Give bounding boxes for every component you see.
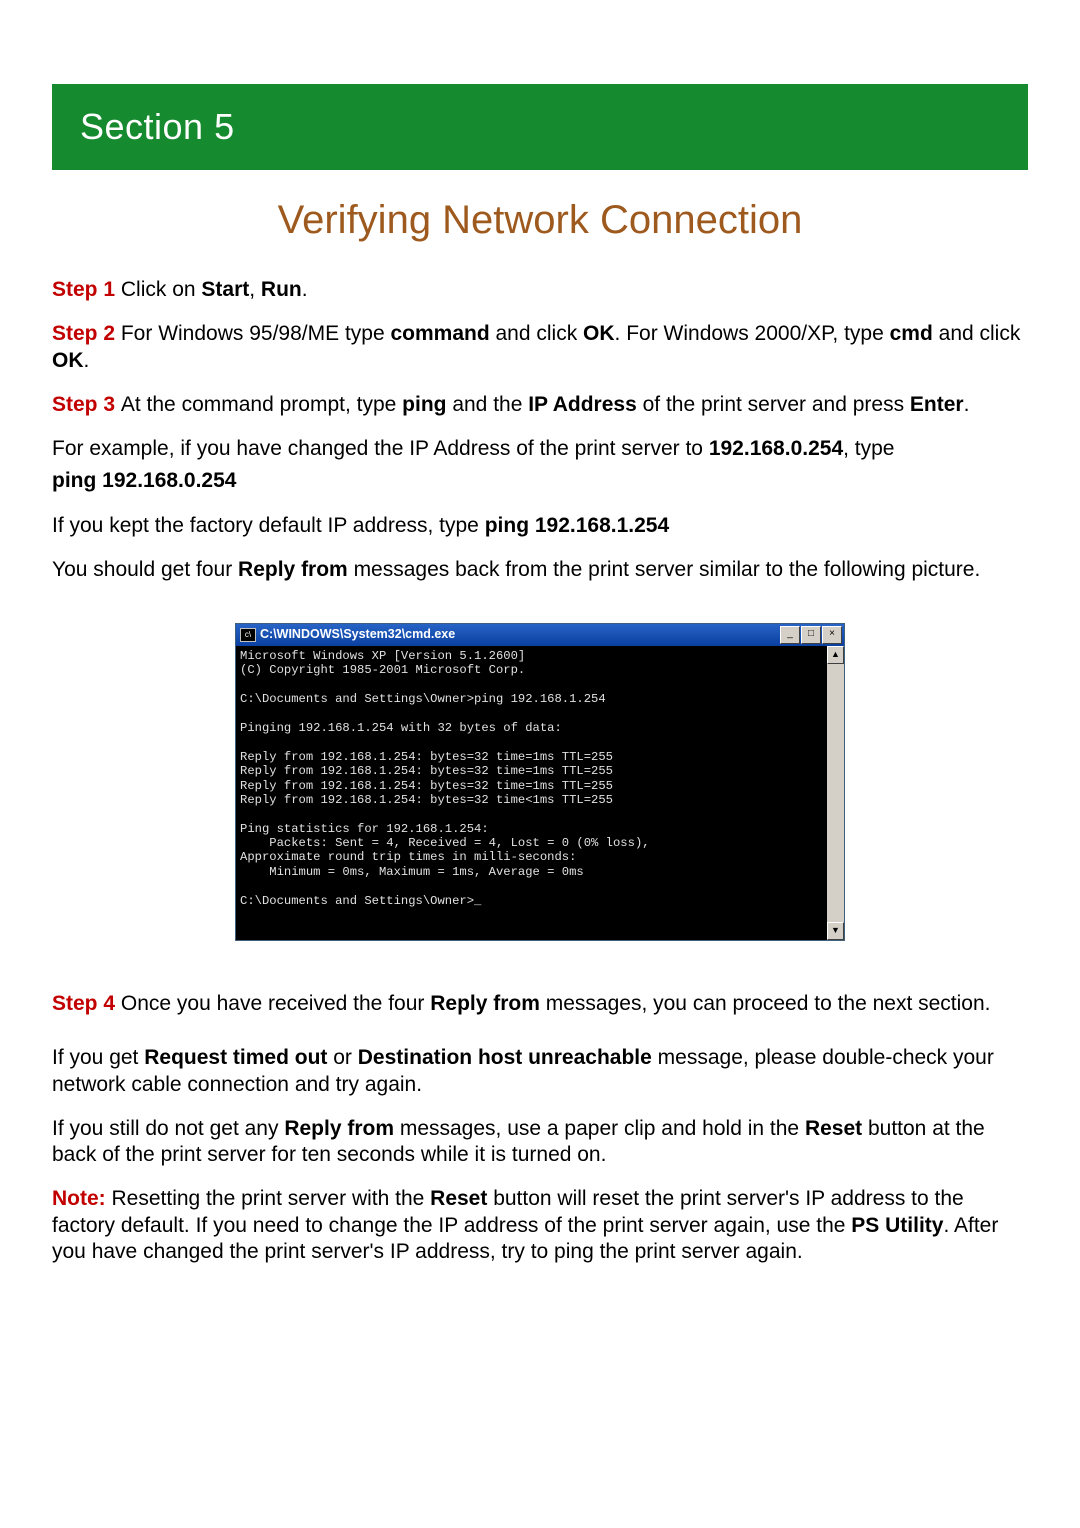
- text: Resetting the print server with the: [112, 1187, 431, 1210]
- text-bold: command: [390, 322, 489, 345]
- scrollbar[interactable]: ▲ ▼: [827, 646, 844, 940]
- text: Once you have received the four: [121, 992, 430, 1015]
- text-bold: OK: [583, 322, 615, 345]
- text: At the command prompt, type: [121, 393, 402, 416]
- text-bold: ping 192.168.1.254: [485, 514, 669, 537]
- text: messages, use a paper clip and hold in t…: [394, 1117, 805, 1140]
- text-bold: OK: [52, 349, 84, 372]
- text-bold: Reply from: [430, 992, 540, 1015]
- text: and click: [490, 322, 583, 345]
- step-3-label: Step 3: [52, 393, 121, 416]
- scroll-up-icon[interactable]: ▲: [827, 646, 844, 664]
- text: and click: [933, 322, 1021, 345]
- text: messages back from the print server simi…: [348, 558, 981, 581]
- text: .: [84, 349, 90, 372]
- text-bold: 192.168.0.254: [709, 437, 843, 460]
- text: messages, you can proceed to the next se…: [540, 992, 991, 1015]
- text-bold: Enter: [910, 393, 964, 416]
- error-2: If you still do not get any Reply from m…: [52, 1116, 1028, 1169]
- text: Click on: [121, 278, 202, 301]
- error-1: If you get Request timed out or Destinat…: [52, 1045, 1028, 1098]
- window-buttons: _ □ ×: [780, 626, 842, 644]
- step-2: Step 2 For Windows 95/98/ME type command…: [52, 321, 1028, 374]
- cmd-window-title: C:\WINDOWS\System32\cmd.exe: [260, 627, 780, 643]
- text-bold: Reply from: [238, 558, 348, 581]
- text-bold: ping: [402, 393, 446, 416]
- text-bold: Reset: [430, 1187, 487, 1210]
- text: For Windows 95/98/ME type: [121, 322, 391, 345]
- text: or: [327, 1046, 357, 1069]
- text: If you still do not get any: [52, 1117, 284, 1140]
- cmd-window: c\ C:\WINDOWS\System32\cmd.exe _ □ × Mic…: [235, 623, 845, 941]
- page-title: Verifying Network Connection: [52, 198, 1028, 243]
- minimize-button[interactable]: _: [780, 626, 800, 644]
- example-2: If you kept the factory default IP addre…: [52, 513, 1028, 539]
- text: and the: [446, 393, 528, 416]
- example-1-command: ping 192.168.0.254: [52, 468, 1028, 494]
- scroll-down-icon[interactable]: ▼: [827, 922, 844, 940]
- step-4-label: Step 4: [52, 992, 121, 1015]
- text-bold: Destination host unreachable: [358, 1046, 652, 1069]
- step-4: Step 4 Once you have received the four R…: [52, 991, 1028, 1017]
- text: , type: [843, 437, 894, 460]
- text-bold: cmd: [890, 322, 933, 345]
- text: .: [964, 393, 970, 416]
- cmd-screenshot: c\ C:\WINDOWS\System32\cmd.exe _ □ × Mic…: [235, 623, 845, 941]
- text: If you kept the factory default IP addre…: [52, 514, 485, 537]
- close-button[interactable]: ×: [822, 626, 842, 644]
- text: If you get: [52, 1046, 144, 1069]
- cmd-icon: c\: [240, 628, 256, 642]
- text: You should get four: [52, 558, 238, 581]
- text: For example, if you have changed the IP …: [52, 437, 709, 460]
- text: .: [302, 278, 308, 301]
- text-bold: IP Address: [528, 393, 637, 416]
- text: ,: [249, 278, 261, 301]
- reply-intro: You should get four Reply from messages …: [52, 557, 1028, 583]
- step-1: Step 1 Click on Start, Run.: [52, 277, 1028, 303]
- step-1-label: Step 1: [52, 278, 121, 301]
- text-bold: Reply from: [284, 1117, 394, 1140]
- cmd-output: Microsoft Windows XP [Version 5.1.2600] …: [236, 646, 827, 940]
- text-bold: Request timed out: [144, 1046, 327, 1069]
- text-bold: Reset: [805, 1117, 862, 1140]
- example-1: For example, if you have changed the IP …: [52, 436, 1028, 462]
- text-bold: Run: [261, 278, 302, 301]
- text: of the print server and press: [637, 393, 910, 416]
- text-bold: PS Utility: [851, 1214, 943, 1237]
- section-banner: Section 5: [52, 84, 1028, 170]
- body-text: Step 1 Click on Start, Run. Step 2 For W…: [52, 277, 1028, 1265]
- note: Note: Resetting the print server with th…: [52, 1186, 1028, 1265]
- cmd-titlebar: c\ C:\WINDOWS\System32\cmd.exe _ □ ×: [236, 624, 844, 646]
- text: . For Windows 2000/XP, type: [615, 322, 890, 345]
- cmd-body-row: Microsoft Windows XP [Version 5.1.2600] …: [236, 646, 844, 940]
- note-label: Note:: [52, 1187, 112, 1210]
- document-page: Section 5 Verifying Network Connection S…: [0, 0, 1080, 1343]
- step-2-label: Step 2: [52, 322, 121, 345]
- step-3: Step 3 At the command prompt, type ping …: [52, 392, 1028, 418]
- text-bold: Start: [201, 278, 249, 301]
- maximize-button[interactable]: □: [801, 626, 821, 644]
